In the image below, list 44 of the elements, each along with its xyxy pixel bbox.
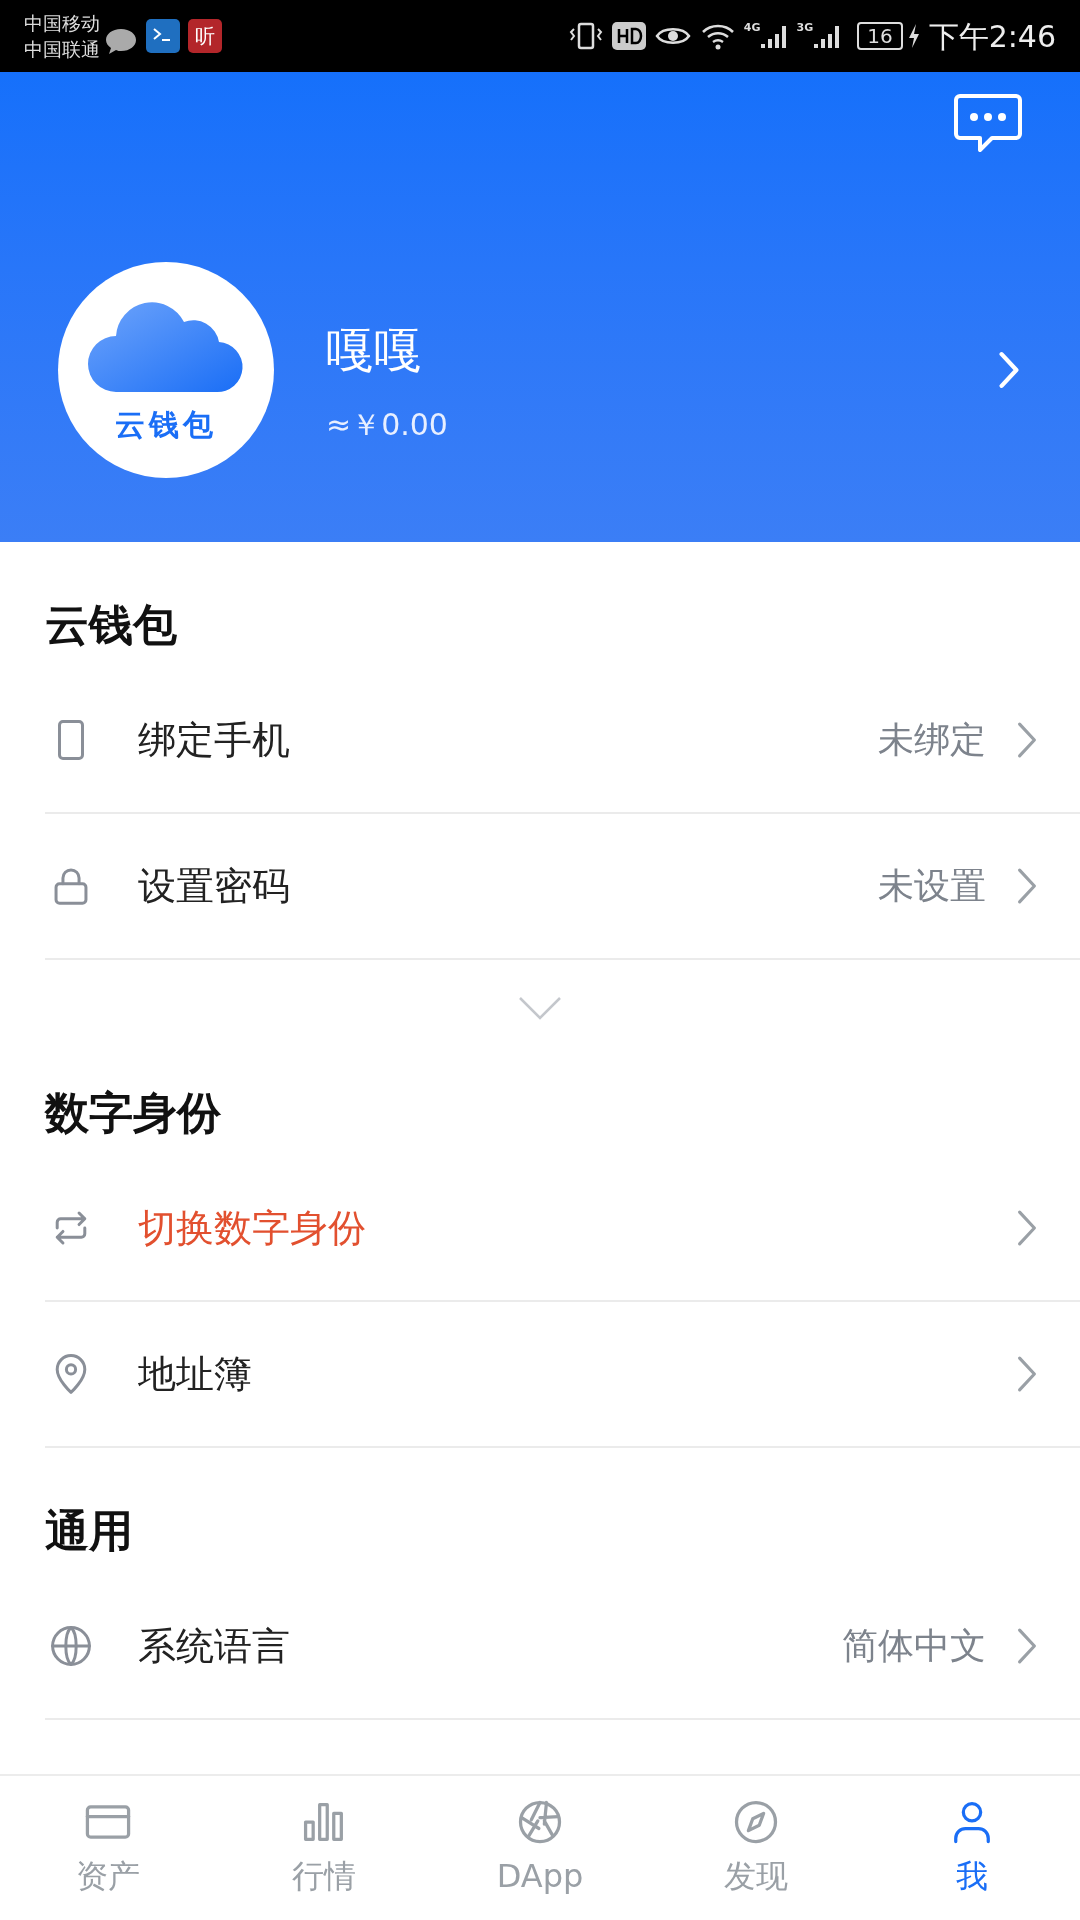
chevron-icon xyxy=(1016,1355,1038,1393)
row-label: 设置密码 xyxy=(138,862,290,910)
section-title: 云钱包 xyxy=(44,598,178,652)
avatar-label: 云钱包 xyxy=(115,405,217,444)
chevron-icon xyxy=(1016,721,1038,759)
chevron-icon xyxy=(1016,867,1038,905)
clock-time: 下午2:46 xyxy=(928,17,1056,56)
nav-tab[interactable]: DApp xyxy=(432,1776,648,1920)
section-title: 数字身份 xyxy=(43,1086,222,1140)
chevron-icon xyxy=(1016,1209,1038,1247)
network-type-label: 4G xyxy=(743,22,761,33)
charging-icon xyxy=(906,23,921,49)
user-name: 嘎嘎 xyxy=(326,320,423,380)
nav-tab[interactable]: 我 xyxy=(864,1776,1080,1920)
section-title: 通用 xyxy=(44,1504,134,1558)
battery-level: 16 xyxy=(857,22,903,50)
carrier-name: 中国联通 xyxy=(24,37,100,62)
row-label: 切换数字身份 xyxy=(138,1204,366,1252)
nav-tab[interactable]: 发现 xyxy=(648,1776,864,1920)
balance: ≈￥0.00 xyxy=(326,405,449,444)
network-type-label: 3G xyxy=(796,22,814,33)
vibrate-icon xyxy=(567,21,604,51)
row-label: 地址簿 xyxy=(138,1350,252,1398)
globe-icon xyxy=(48,1623,94,1669)
message-icon[interactable] xyxy=(952,92,1024,154)
hd-icon xyxy=(611,22,646,50)
carrier-name: 中国移动 xyxy=(24,11,100,36)
settings-row[interactable]: 设置密码 未设置 xyxy=(45,814,1080,960)
row-label: 系统语言 xyxy=(138,1622,290,1670)
settings-row[interactable]: 绑定手机 未绑定 xyxy=(45,668,1080,814)
row-value: 未设置 xyxy=(878,864,986,908)
settings-row[interactable]: 切换数字身份 xyxy=(45,1156,1080,1302)
row-value: 未绑定 xyxy=(878,718,986,762)
chat-bubble-icon xyxy=(104,27,138,57)
nav-tab[interactable]: 资产 xyxy=(0,1776,216,1920)
row-label: 绑定手机 xyxy=(138,716,290,764)
nav-tab[interactable]: 行情 xyxy=(216,1776,432,1920)
settings-row[interactable]: 地址簿 xyxy=(45,1302,1080,1448)
row-value: 简体中文 xyxy=(842,1624,986,1668)
terminal-icon xyxy=(146,19,180,53)
app-badge: 听 xyxy=(188,19,222,53)
chevron-icon xyxy=(1016,1627,1038,1665)
chevron-icon xyxy=(998,351,1020,389)
settings-row[interactable]: 系统语言 简体中文 xyxy=(45,1574,1080,1720)
